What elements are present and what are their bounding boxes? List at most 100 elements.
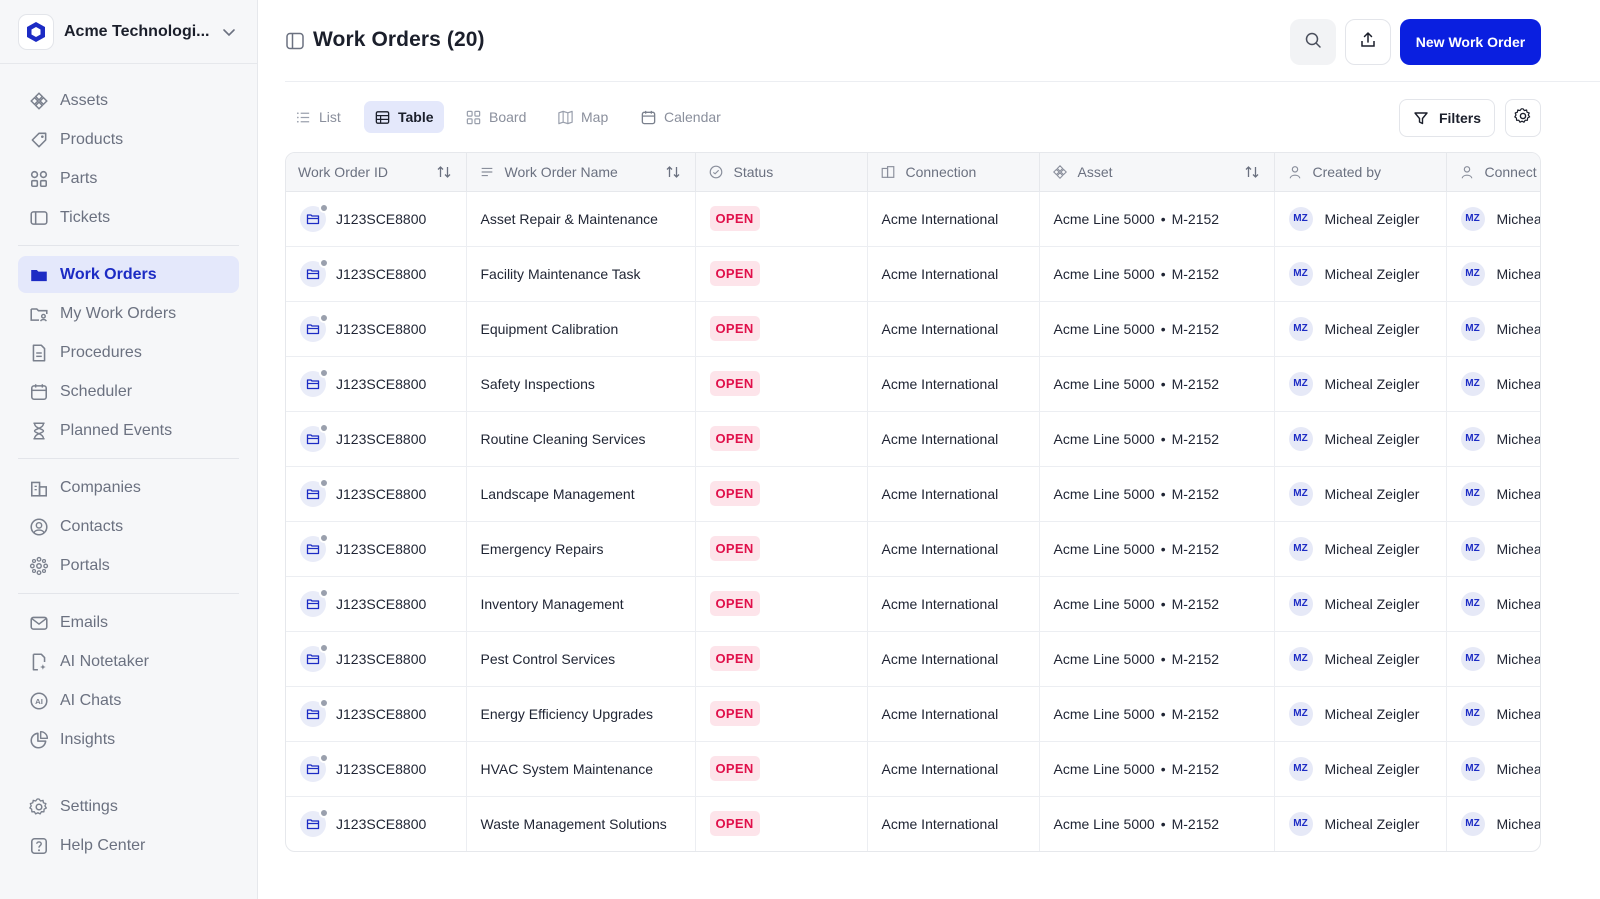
contact-name[interactable]: Michea <box>1497 266 1541 282</box>
contact-name[interactable]: Michea <box>1497 211 1541 227</box>
workspace-switcher[interactable]: Acme Technologi... <box>0 0 257 64</box>
creator-name[interactable]: Micheal Zeigler <box>1325 651 1420 667</box>
work-order-id[interactable]: J123SCE8800 <box>336 651 426 667</box>
work-order-name[interactable]: Inventory Management <box>481 596 624 612</box>
work-order-name[interactable]: Landscape Management <box>481 486 635 502</box>
creator-name[interactable]: Micheal Zeigler <box>1325 431 1420 447</box>
asset-name[interactable]: Acme Line 5000 <box>1054 376 1155 392</box>
sidebar-item-tickets[interactable]: Tickets <box>18 199 239 236</box>
connection-name[interactable]: Acme International <box>882 816 999 832</box>
connection-name[interactable]: Acme International <box>882 541 999 557</box>
work-order-id[interactable]: J123SCE8800 <box>336 211 426 227</box>
contact-name[interactable]: Michea <box>1497 761 1541 777</box>
sort-icon[interactable] <box>1244 163 1262 181</box>
contact-name[interactable]: Michea <box>1497 816 1541 832</box>
column-header-status[interactable]: Status <box>695 153 868 192</box>
table-row[interactable]: J123SCE8800 Emergency Repairs OPEN Acme Int… <box>286 521 1540 577</box>
creator-name[interactable]: Micheal Zeigler <box>1325 596 1420 612</box>
asset-name[interactable]: Acme Line 5000 <box>1054 321 1155 337</box>
search-button[interactable] <box>1290 19 1336 65</box>
contact-name[interactable]: Michea <box>1497 596 1541 612</box>
work-order-name[interactable]: Pest Control Services <box>481 651 616 667</box>
table-settings-button[interactable] <box>1505 99 1541 137</box>
contact-name[interactable]: Michea <box>1497 706 1541 722</box>
sidebar-item-planned-events[interactable]: Planned Events <box>18 412 239 449</box>
work-order-id[interactable]: J123SCE8800 <box>336 761 426 777</box>
column-header-work-order-id[interactable]: Work Order ID <box>286 153 467 192</box>
creator-name[interactable]: Micheal Zeigler <box>1325 541 1420 557</box>
new-work-order-button[interactable]: New Work Order <box>1400 19 1541 65</box>
work-order-id[interactable]: J123SCE8800 <box>336 376 426 392</box>
column-header-work-order-name[interactable]: Work Order Name <box>466 153 696 192</box>
tab-table[interactable]: Table <box>364 101 444 133</box>
connection-name[interactable]: Acme International <box>882 266 999 282</box>
work-order-id[interactable]: J123SCE8800 <box>336 706 426 722</box>
table-row[interactable]: J123SCE8800 Waste Management Solutions OPE… <box>286 796 1541 851</box>
sidebar-item-ai-notetaker[interactable]: AI Notetaker <box>18 643 239 680</box>
sidebar-item-ai-chats[interactable]: AI AI Chats <box>18 682 239 719</box>
sidebar-item-products[interactable]: Products <box>18 121 239 158</box>
asset-name[interactable]: Acme Line 5000 <box>1054 651 1155 667</box>
table-row[interactable]: J123SCE8800 Energy Efficiency Upgrades OPE… <box>286 686 1541 742</box>
asset-name[interactable]: Acme Line 5000 <box>1054 541 1155 557</box>
column-header-asset[interactable]: Asset <box>1039 153 1275 192</box>
tab-board[interactable]: Board <box>455 101 536 133</box>
creator-name[interactable]: Micheal Zeigler <box>1325 761 1420 777</box>
creator-name[interactable]: Micheal Zeigler <box>1325 706 1420 722</box>
sidebar-item-work-orders[interactable]: Work Orders <box>18 256 239 293</box>
work-order-name[interactable]: Energy Efficiency Upgrades <box>481 706 654 722</box>
contact-name[interactable]: Michea <box>1497 431 1541 447</box>
creator-name[interactable]: Micheal Zeigler <box>1325 266 1420 282</box>
sidebar-item-parts[interactable]: Parts <box>18 160 239 197</box>
creator-name[interactable]: Micheal Zeigler <box>1325 816 1420 832</box>
sidebar-item-portals[interactable]: Portals <box>18 547 239 584</box>
connection-name[interactable]: Acme International <box>882 431 999 447</box>
connection-name[interactable]: Acme International <box>882 211 999 227</box>
table-row[interactable]: J123SCE8800 Asset Repair & Maintenance OPE… <box>286 191 1541 247</box>
asset-name[interactable]: Acme Line 5000 <box>1054 431 1155 447</box>
connection-name[interactable]: Acme International <box>882 486 999 502</box>
table-row[interactable]: J123SCE8800 Pest Control Services OPEN Acme… <box>286 631 1541 687</box>
asset-name[interactable]: Acme Line 5000 <box>1054 706 1155 722</box>
tab-map[interactable]: Map <box>547 101 618 133</box>
connection-name[interactable]: Acme International <box>882 596 999 612</box>
creator-name[interactable]: Micheal Zeigler <box>1325 321 1420 337</box>
work-order-id[interactable]: J123SCE8800 <box>336 266 426 282</box>
contact-name[interactable]: Michea <box>1497 651 1541 667</box>
work-order-name[interactable]: Routine Cleaning Services <box>481 431 646 447</box>
table-row[interactable]: J123SCE8800 Landscape Management OPEN Acme … <box>286 466 1541 522</box>
work-order-id[interactable]: J123SCE8800 <box>336 321 426 337</box>
column-header-connect[interactable]: Connect <box>1446 153 1540 192</box>
work-order-id[interactable]: J123SCE8800 <box>336 816 426 832</box>
table-row[interactable]: J123SCE8800 Inventory Management OPEN Acme … <box>286 576 1541 632</box>
work-order-name[interactable]: Safety Inspections <box>481 376 595 392</box>
creator-name[interactable]: Micheal Zeigler <box>1325 211 1420 227</box>
work-order-id[interactable]: J123SCE8800 <box>336 486 426 502</box>
sidebar-item-assets[interactable]: Assets <box>18 82 239 119</box>
asset-name[interactable]: Acme Line 5000 <box>1054 761 1155 777</box>
sidebar-item-help-center[interactable]: Help Center <box>18 827 239 864</box>
sidebar-item-companies[interactable]: Companies <box>18 469 239 506</box>
work-order-name[interactable]: Asset Repair & Maintenance <box>481 211 658 227</box>
column-header-created-by[interactable]: Created by <box>1274 153 1447 192</box>
sidebar-item-insights[interactable]: Insights <box>18 721 239 758</box>
work-order-name[interactable]: HVAC System Maintenance <box>481 761 653 777</box>
sidebar-toggle-icon[interactable] <box>285 31 305 51</box>
filters-button[interactable]: Filters <box>1399 99 1495 137</box>
work-order-id[interactable]: J123SCE8800 <box>336 541 426 557</box>
sidebar-item-scheduler[interactable]: Scheduler <box>18 373 239 410</box>
sidebar-item-my-work-orders[interactable]: My Work Orders <box>18 295 239 332</box>
asset-name[interactable]: Acme Line 5000 <box>1054 266 1155 282</box>
asset-name[interactable]: Acme Line 5000 <box>1054 211 1155 227</box>
contact-name[interactable]: Michea <box>1497 486 1541 502</box>
table-row[interactable]: J123SCE8800 Equipment Calibration OPEN Acme… <box>286 301 1540 357</box>
tab-calendar[interactable]: Calendar <box>630 101 731 133</box>
asset-name[interactable]: Acme Line 5000 <box>1054 816 1155 832</box>
sidebar-item-settings[interactable]: Settings <box>18 788 239 825</box>
connection-name[interactable]: Acme International <box>882 761 999 777</box>
work-order-name[interactable]: Facility Maintenance Task <box>481 266 641 282</box>
work-order-name[interactable]: Emergency Repairs <box>481 541 604 557</box>
tab-list[interactable]: List <box>285 101 351 133</box>
asset-name[interactable]: Acme Line 5000 <box>1054 596 1155 612</box>
creator-name[interactable]: Micheal Zeigler <box>1325 376 1420 392</box>
